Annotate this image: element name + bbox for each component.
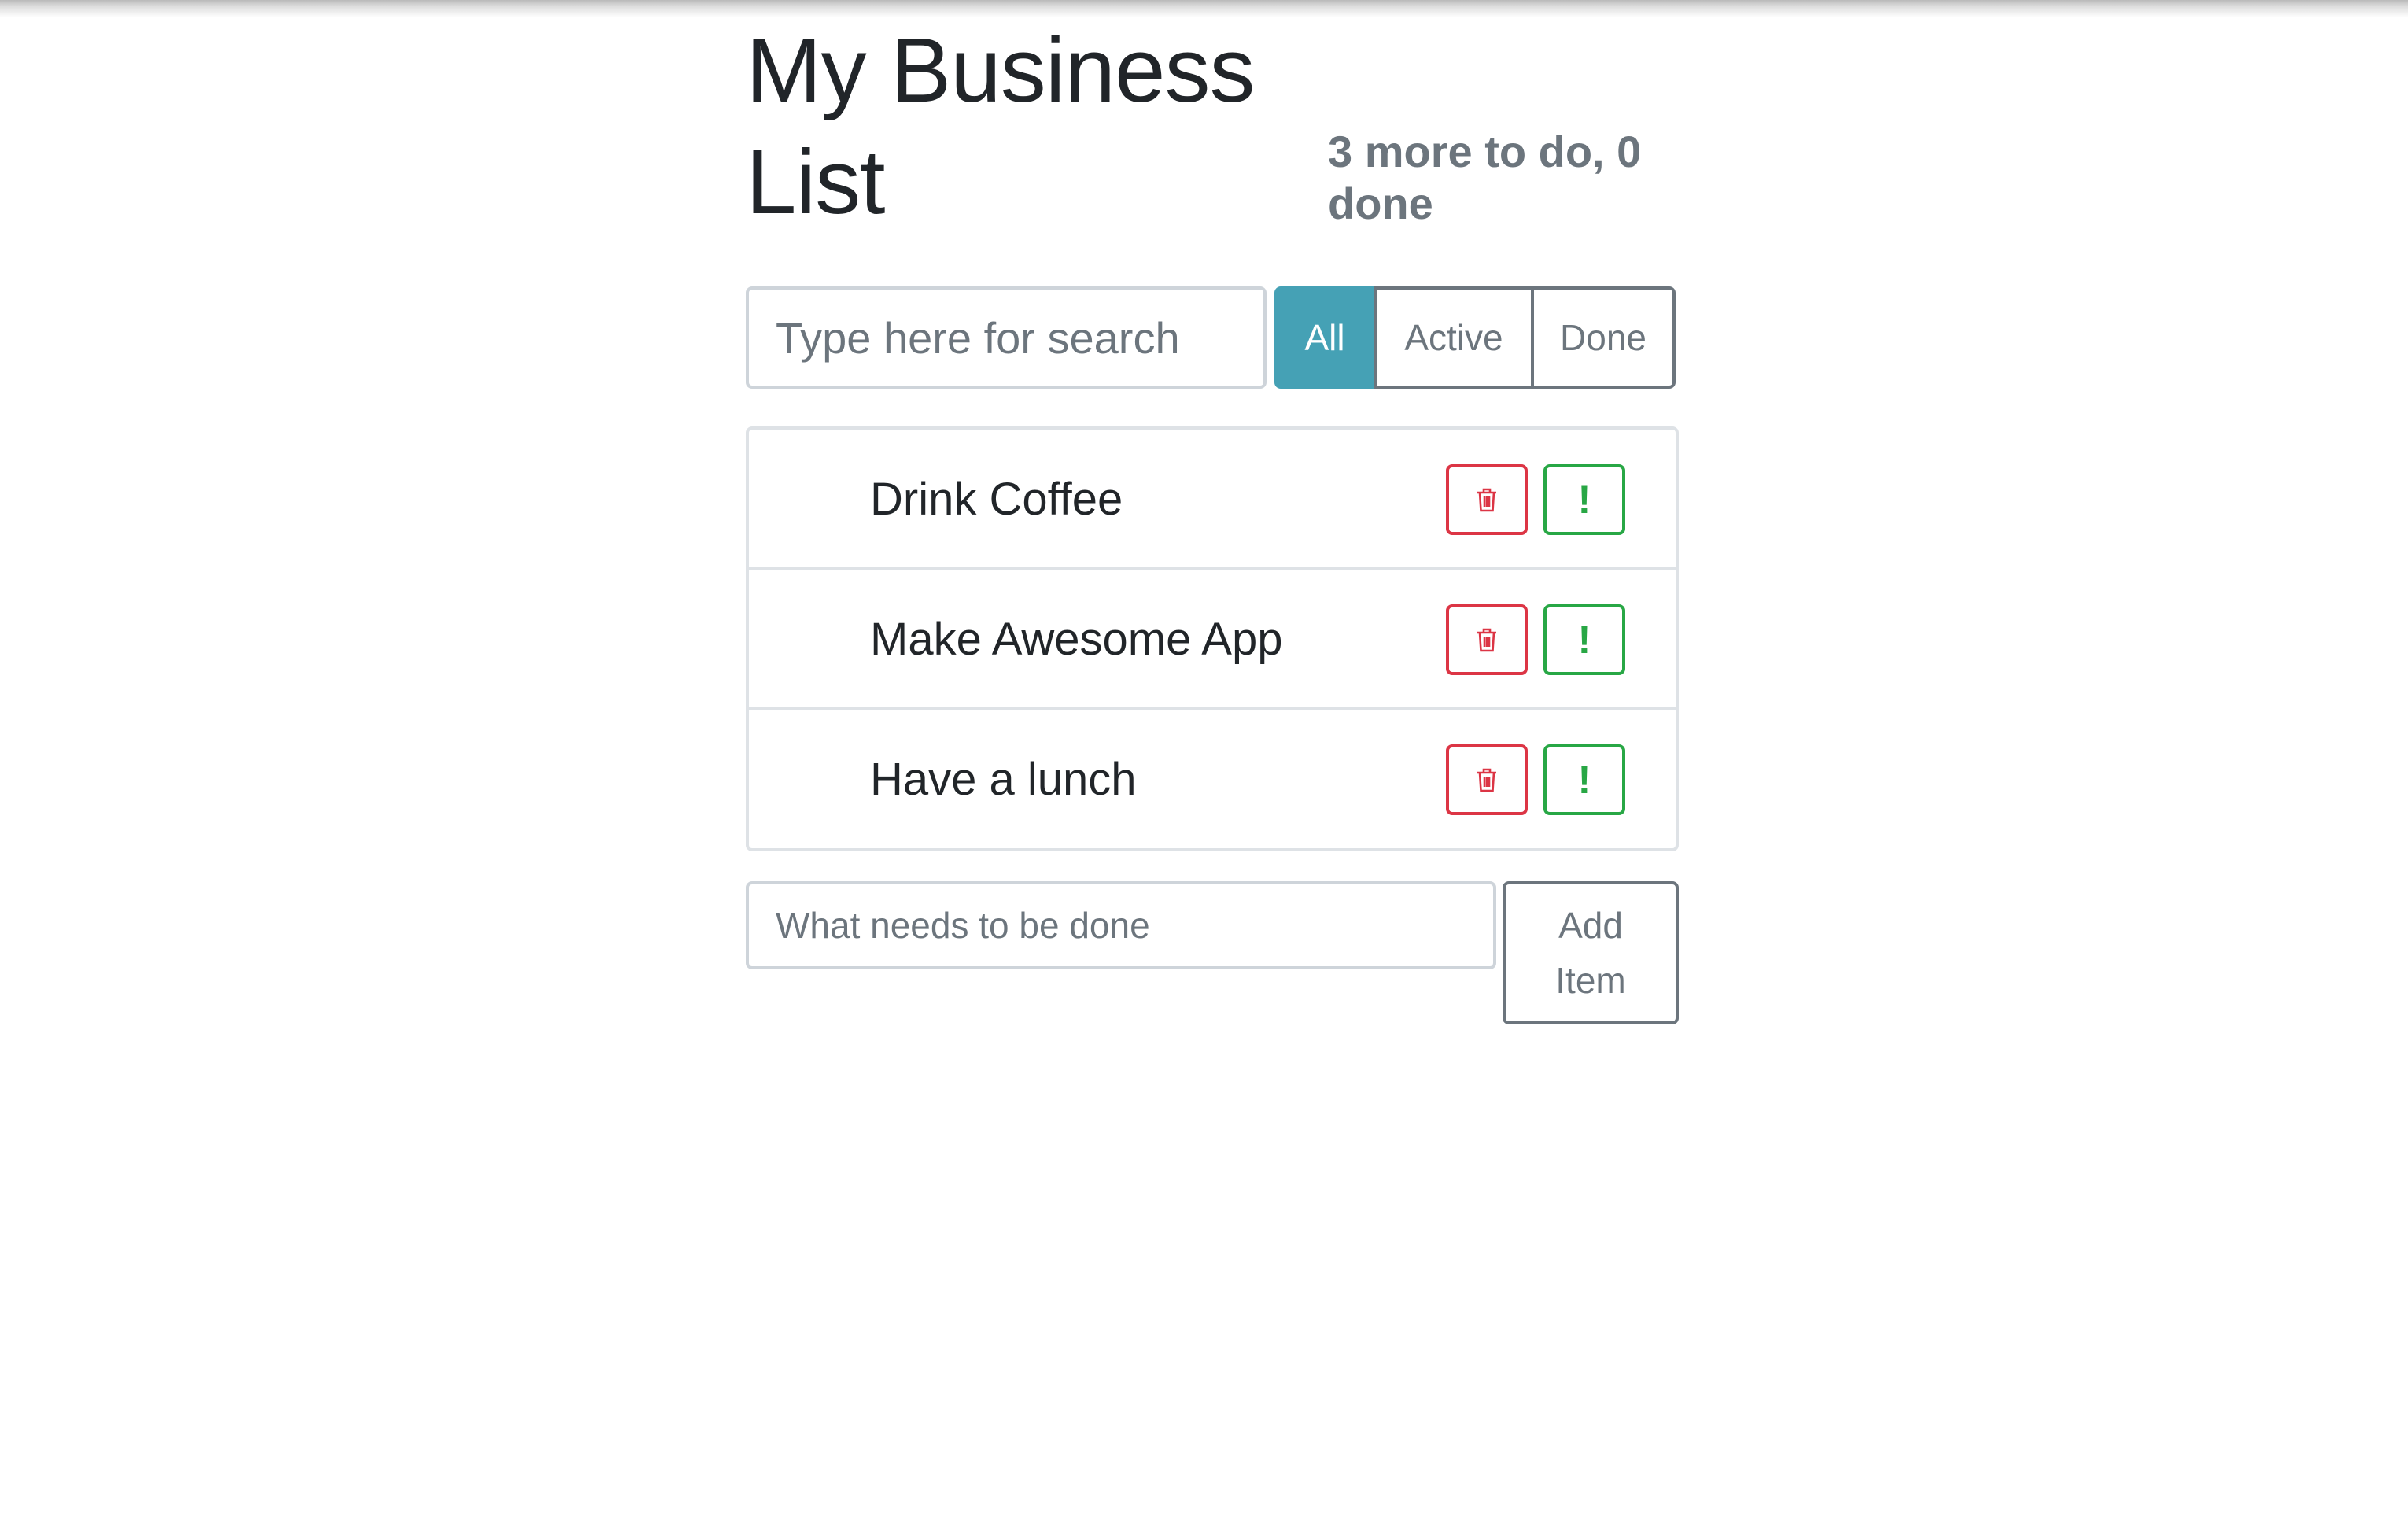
mark-important-button[interactable]: !	[1543, 464, 1625, 535]
todo-item-label[interactable]: Drink Coffee	[870, 430, 1123, 570]
delete-item-button[interactable]	[1446, 604, 1528, 675]
trash-icon	[1477, 628, 1496, 652]
search-input[interactable]	[746, 286, 1267, 389]
todo-list-item: Drink Coffee !	[749, 430, 1676, 570]
exclamation-icon: !	[1577, 758, 1591, 802]
mark-important-button[interactable]: !	[1543, 744, 1625, 815]
todo-item-label[interactable]: Have a lunch	[870, 710, 1137, 850]
app-header: My Business List 3 more to do, 0 done	[746, 0, 1679, 252]
delete-item-button[interactable]	[1446, 744, 1528, 815]
add-item-button[interactable]: Add Item	[1503, 881, 1679, 1024]
mark-important-button[interactable]: !	[1543, 604, 1625, 675]
exclamation-icon: !	[1577, 618, 1591, 662]
filter-active-button[interactable]: Active	[1374, 286, 1534, 389]
todo-status-counter: 3 more to do, 0 done	[1328, 127, 1642, 228]
delete-item-button[interactable]	[1446, 464, 1528, 535]
todo-list-item: Have a lunch !	[749, 710, 1676, 848]
page-title: My Business List	[746, 19, 1256, 233]
exclamation-icon: !	[1577, 478, 1591, 522]
filter-done-button[interactable]: Done	[1531, 286, 1676, 389]
trash-icon	[1477, 488, 1496, 512]
trash-icon	[1477, 768, 1496, 792]
todo-list: Drink Coffee ! Make Awesome App ! Have a…	[746, 426, 1679, 851]
filter-all-button[interactable]: All	[1274, 286, 1375, 389]
todo-item-label[interactable]: Make Awesome App	[870, 570, 1282, 710]
status-filter: All Active Done	[1274, 286, 1676, 389]
todo-list-item: Make Awesome App !	[749, 570, 1676, 710]
search-panel: All Active Done	[746, 286, 1679, 389]
add-item-form: Add Item	[746, 881, 1679, 1024]
new-item-input[interactable]	[746, 881, 1496, 969]
